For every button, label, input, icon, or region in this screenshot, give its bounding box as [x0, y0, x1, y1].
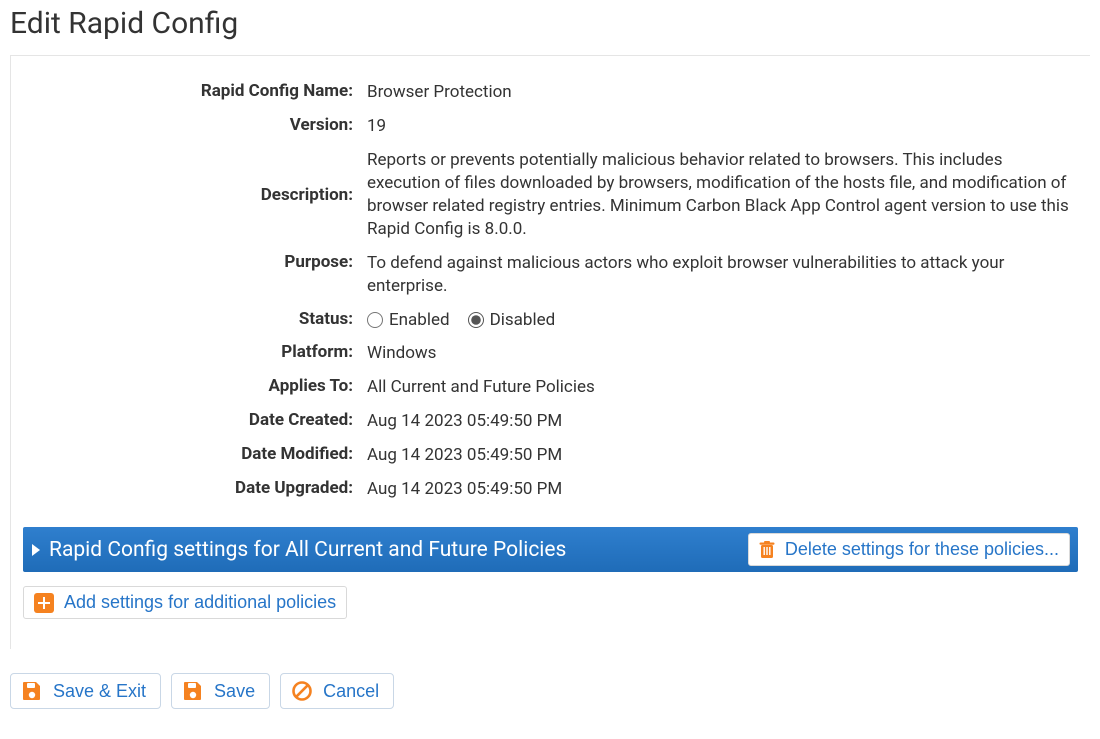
- settings-section-title: Rapid Config settings for All Current an…: [49, 538, 566, 562]
- value-description: Reports or prevents potentially maliciou…: [367, 148, 1078, 241]
- settings-expand-toggle[interactable]: Rapid Config settings for All Current an…: [31, 538, 566, 562]
- label-purpose: Purpose:: [23, 251, 353, 272]
- settings-section-header: Rapid Config settings for All Current an…: [23, 527, 1078, 572]
- save-icon: [182, 680, 204, 702]
- label-platform: Platform:: [23, 341, 353, 362]
- value-name: Browser Protection: [367, 80, 1078, 104]
- value-purpose: To defend against malicious actors who e…: [367, 251, 1078, 298]
- label-applies-to: Applies To:: [23, 375, 353, 396]
- add-settings-label: Add settings for additional policies: [64, 592, 336, 613]
- label-status: Status:: [23, 308, 353, 329]
- cancel-button[interactable]: Cancel: [280, 673, 394, 709]
- cancel-label: Cancel: [323, 681, 379, 702]
- label-name: Rapid Config Name:: [23, 80, 353, 101]
- trash-icon: [759, 541, 775, 559]
- add-settings-button[interactable]: Add settings for additional policies: [23, 586, 347, 619]
- save-button[interactable]: Save: [171, 673, 270, 709]
- save-exit-button[interactable]: Save & Exit: [10, 673, 161, 709]
- value-date-upgraded: Aug 14 2023 05:49:50 PM: [367, 477, 1078, 501]
- page-title: Edit Rapid Config: [10, 6, 1090, 41]
- plus-icon: [34, 593, 54, 613]
- save-exit-label: Save & Exit: [53, 681, 146, 702]
- status-disabled-radio[interactable]: [468, 312, 484, 328]
- field-grid: Rapid Config Name: Browser Protection Ve…: [23, 80, 1078, 501]
- status-disabled-option[interactable]: Disabled: [468, 309, 556, 332]
- status-enabled-option[interactable]: Enabled: [367, 309, 450, 332]
- status-enabled-label: Enabled: [389, 309, 450, 332]
- value-version: 19: [367, 114, 1078, 138]
- label-date-created: Date Created:: [23, 409, 353, 430]
- footer-actions: Save & Exit Save Cancel: [10, 649, 1090, 739]
- delete-settings-button[interactable]: Delete settings for these policies...: [748, 533, 1070, 566]
- status-enabled-radio[interactable]: [367, 312, 383, 328]
- save-label: Save: [214, 681, 255, 702]
- label-date-modified: Date Modified:: [23, 443, 353, 464]
- delete-settings-label: Delete settings for these policies...: [785, 539, 1059, 560]
- value-status: Enabled Disabled: [367, 308, 1078, 332]
- label-version: Version:: [23, 114, 353, 135]
- value-applies-to: All Current and Future Policies: [367, 375, 1078, 399]
- value-platform: Windows: [367, 341, 1078, 365]
- save-icon: [21, 680, 43, 702]
- status-disabled-label: Disabled: [490, 309, 556, 332]
- value-date-created: Aug 14 2023 05:49:50 PM: [367, 409, 1078, 433]
- value-date-modified: Aug 14 2023 05:49:50 PM: [367, 443, 1078, 467]
- caret-right-icon: [31, 542, 41, 558]
- config-panel: Rapid Config Name: Browser Protection Ve…: [10, 55, 1090, 649]
- cancel-icon: [291, 680, 313, 702]
- label-description: Description:: [23, 184, 353, 205]
- label-date-upgraded: Date Upgraded:: [23, 477, 353, 498]
